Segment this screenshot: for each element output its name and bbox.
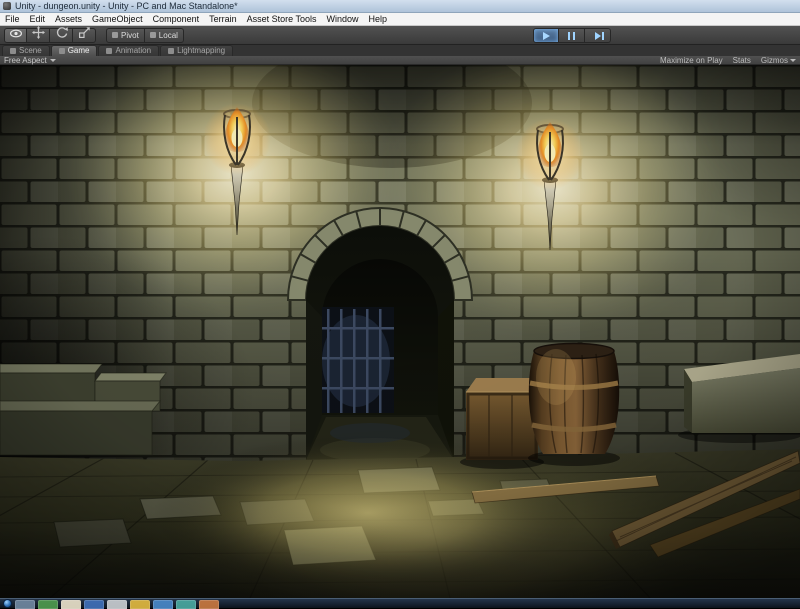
menu-item-file[interactable]: File — [0, 13, 25, 25]
tab-animation-label: Animation — [115, 46, 152, 55]
scale-tool-icon — [78, 26, 91, 44]
play-button[interactable] — [533, 28, 559, 43]
step-icon — [594, 31, 604, 40]
animation-tab-icon — [106, 48, 113, 54]
stats-toggle[interactable]: Stats — [733, 56, 751, 65]
play-controls — [533, 28, 611, 43]
pause-icon — [568, 31, 575, 40]
move-tool-icon — [31, 26, 45, 44]
windows-taskbar — [0, 598, 800, 609]
move-tool-button[interactable] — [27, 26, 50, 44]
chevron-down-icon — [790, 58, 796, 62]
tab-scene-label: Scene — [19, 46, 42, 55]
rotate-tool-icon — [55, 26, 68, 44]
maximize-on-play-toggle[interactable]: Maximize on Play — [660, 56, 723, 65]
tab-lightmapping-label: Lightmapping — [177, 46, 226, 55]
rotate-tool-button[interactable] — [50, 26, 73, 44]
scale-tool-button[interactable] — [73, 26, 96, 44]
game-view-options: Maximize on Play Stats Gizmos — [660, 56, 796, 65]
menu-item-assets[interactable]: Assets — [50, 13, 87, 25]
tab-scene[interactable]: Scene — [2, 45, 50, 56]
handle-settings-group: Pivot Local — [106, 27, 184, 43]
transform-tool-group — [4, 26, 96, 44]
play-icon — [542, 31, 550, 40]
tab-game-label: Game — [67, 46, 90, 55]
dungeon-scene-render — [0, 65, 800, 598]
menu-item-help[interactable]: Help — [364, 13, 393, 25]
window-title: Unity - dungeon.unity - Unity - PC and M… — [15, 1, 238, 11]
tab-animation[interactable]: Animation — [98, 45, 160, 56]
chevron-down-icon — [49, 58, 56, 62]
game-viewport[interactable] — [0, 65, 800, 598]
aspect-dropdown[interactable]: Free Aspect — [4, 56, 56, 65]
tab-lightmapping[interactable]: Lightmapping — [160, 45, 234, 56]
unity-toolbar: Pivot Local — [0, 26, 800, 45]
lightmapping-tab-icon — [168, 48, 175, 54]
pause-button[interactable] — [559, 28, 585, 43]
unity-logo-icon — [3, 2, 11, 10]
hand-tool-icon — [9, 26, 23, 44]
game-tab-icon — [58, 48, 65, 54]
step-button[interactable] — [585, 28, 611, 43]
pivot-icon — [112, 32, 118, 38]
local-label: Local — [158, 30, 178, 40]
pane-tab-strip: Scene Game Animation Lightmapping — [0, 45, 800, 56]
tab-game[interactable]: Game — [50, 45, 98, 56]
menu-item-edit[interactable]: Edit — [25, 13, 51, 25]
aspect-label: Free Aspect — [4, 55, 47, 65]
window-titlebar[interactable]: Unity - dungeon.unity - Unity - PC and M… — [0, 0, 800, 13]
gizmos-label: Gizmos — [760, 55, 788, 65]
hand-tool-button[interactable] — [4, 26, 27, 44]
game-view-toolbar: Free Aspect Maximize on Play Stats Gizmo… — [0, 56, 800, 65]
menu-item-asset-store-tools[interactable]: Asset Store Tools — [242, 13, 322, 25]
menu-item-gameobject[interactable]: GameObject — [87, 13, 148, 25]
pivot-toggle-button[interactable]: Pivot — [106, 27, 145, 43]
local-icon — [149, 32, 156, 38]
menu-bar: File Edit Assets GameObject Component Te… — [0, 13, 800, 26]
start-button[interactable] — [3, 599, 12, 608]
pivot-label: Pivot — [121, 30, 139, 40]
local-toggle-button[interactable]: Local — [144, 27, 184, 43]
scene-tab-icon — [10, 48, 16, 54]
menu-item-window[interactable]: Window — [322, 13, 364, 25]
menu-item-component[interactable]: Component — [148, 13, 205, 25]
menu-item-terrain[interactable]: Terrain — [204, 13, 242, 25]
gizmos-dropdown[interactable]: Gizmos — [761, 56, 796, 65]
